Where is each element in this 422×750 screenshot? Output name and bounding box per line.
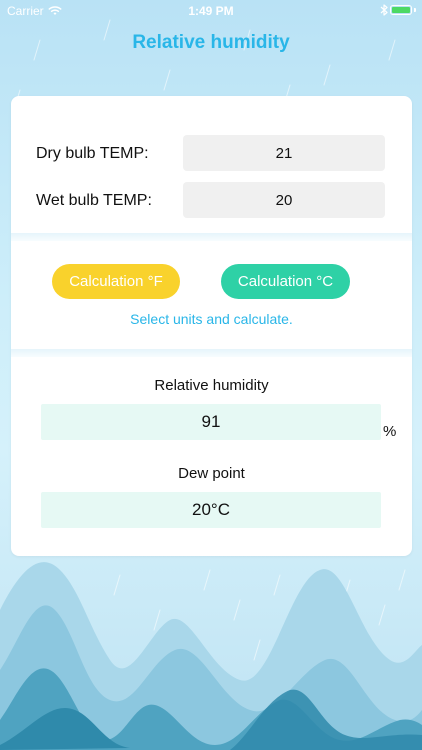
status-time: 1:49 PM [188,4,234,18]
battery-icon [390,5,412,15]
calculate-fahrenheit-button[interactable]: Calculation °F [52,264,180,299]
battery-cap [414,8,416,12]
dry-bulb-label: Dry bulb TEMP: [36,145,149,162]
section-divider [11,349,412,357]
dry-bulb-input[interactable]: 21 [183,135,385,171]
section-divider [11,233,412,241]
bluetooth-icon [380,4,388,16]
calculate-celsius-button[interactable]: Calculation °C [221,264,350,299]
wet-bulb-label: Wet bulb TEMP: [36,192,152,209]
dew-point-label: Dew point [178,465,245,482]
relative-humidity-label: Relative humidity [154,377,269,394]
mountains-decoration [0,562,422,750]
page-title: Relative humidity [132,32,290,53]
battery-level [392,7,410,13]
relative-humidity-output: 91 [41,404,381,440]
instruction-text: Select units and calculate. [130,311,293,327]
battery-area [380,4,416,16]
wet-bulb-input[interactable]: 20 [183,182,385,218]
status-bar: Carrier 1:49 PM [0,0,422,22]
calculator-card: Dry bulb TEMP: 21 Wet bulb TEMP: 20 Calc… [11,96,412,556]
percent-unit: % [383,423,397,440]
dew-point-output: 20°C [41,492,381,528]
